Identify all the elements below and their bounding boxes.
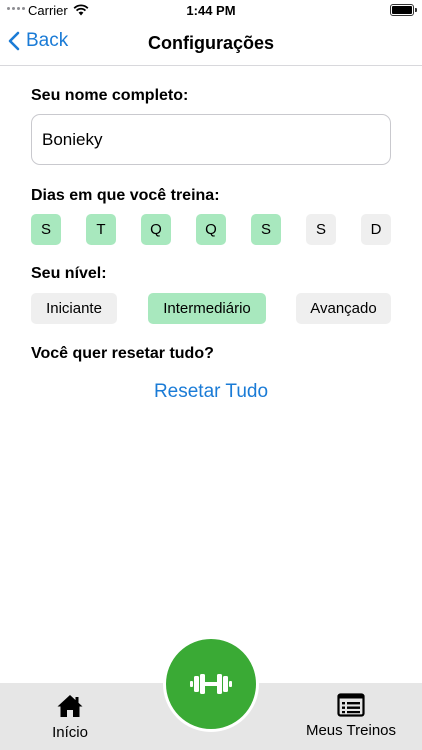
days-selector: S T Q Q S S D bbox=[31, 214, 391, 245]
list-icon bbox=[337, 693, 365, 717]
page-title: Configurações bbox=[147, 33, 275, 53]
level-label: Seu nível: bbox=[31, 265, 107, 282]
level-chip-intermediate[interactable]: Intermediário bbox=[148, 293, 266, 324]
battery-icon bbox=[390, 4, 414, 16]
tab-my-workouts-label: Meus Treinos bbox=[305, 722, 397, 739]
day-chip-wednesday[interactable]: Q bbox=[196, 214, 226, 245]
clock: 1:44 PM bbox=[186, 3, 236, 18]
navigation-bar: Back Configurações bbox=[0, 22, 422, 66]
reset-all-button[interactable]: Resetar Tudo bbox=[0, 381, 422, 403]
day-chip-sunday[interactable]: S bbox=[31, 214, 61, 245]
tab-my-workouts[interactable]: Meus Treinos bbox=[300, 683, 402, 750]
day-chip-tuesday[interactable]: Q bbox=[141, 214, 171, 245]
workout-fab-button[interactable] bbox=[163, 636, 259, 732]
level-chip-beginner[interactable]: Iniciante bbox=[31, 293, 117, 324]
name-input[interactable] bbox=[31, 114, 391, 165]
level-chip-advanced[interactable]: Avançado bbox=[296, 293, 391, 324]
name-label: Seu nome completo: bbox=[31, 87, 189, 104]
home-icon bbox=[57, 695, 83, 717]
day-chip-thursday[interactable]: S bbox=[251, 214, 281, 245]
reset-question: Você quer resetar tudo? bbox=[31, 345, 214, 362]
level-selector: Iniciante Intermediário Avançado bbox=[31, 293, 391, 324]
tab-home-label: Início bbox=[52, 724, 88, 741]
status-bar: Carrier 1:44 PM bbox=[0, 0, 422, 22]
day-chip-monday[interactable]: T bbox=[86, 214, 116, 245]
tab-home[interactable]: Início bbox=[42, 683, 98, 750]
dumbbell-icon bbox=[190, 674, 232, 694]
days-label: Dias em que você treina: bbox=[31, 187, 220, 204]
day-chip-friday[interactable]: S bbox=[306, 214, 336, 245]
day-chip-saturday[interactable]: D bbox=[361, 214, 391, 245]
